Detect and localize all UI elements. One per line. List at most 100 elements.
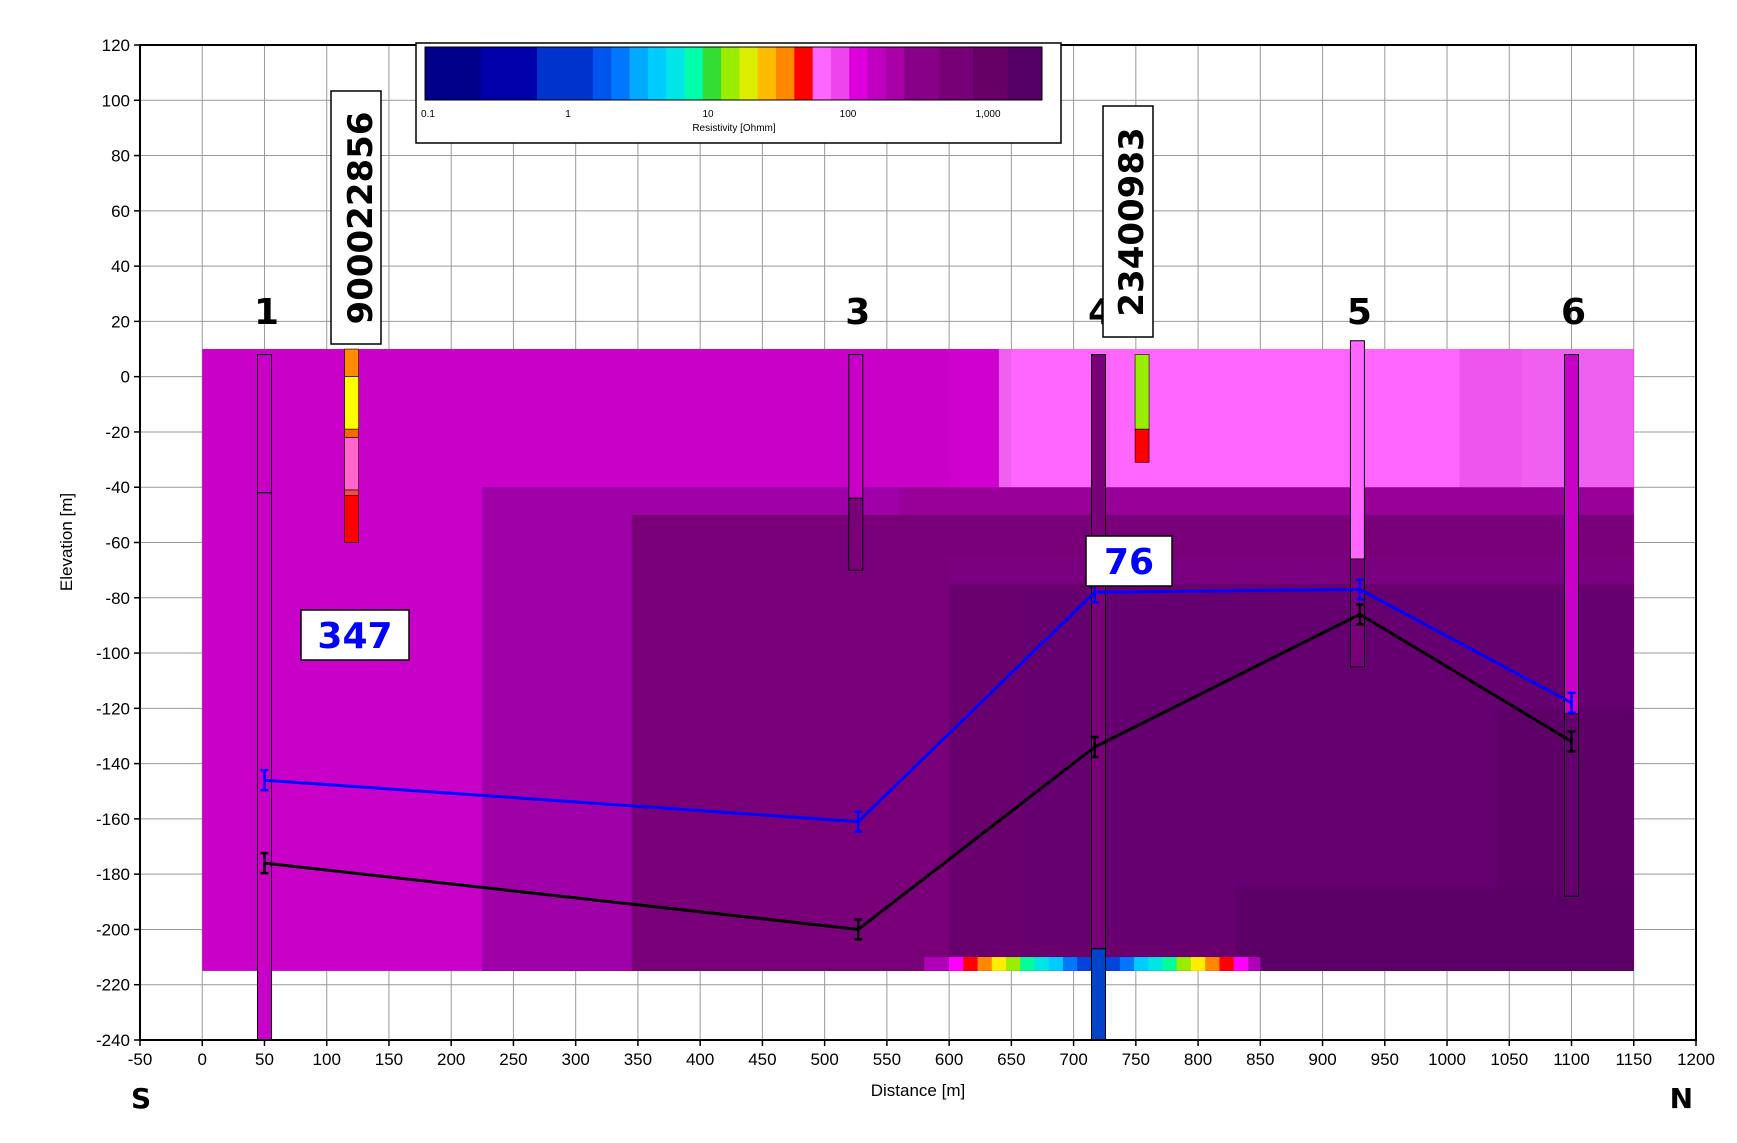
borehole-lithology-segment [1134,428,1150,463]
x-tick-label: 800 [1184,1050,1212,1069]
y-tick-label: -240 [96,1031,130,1050]
colorbar-tick-label: 100 [840,109,857,120]
colorbar-swatch [885,47,905,100]
model-cell [1233,957,1249,971]
borehole-id-label: 900022856 [341,112,381,325]
y-tick-label: 0 [121,368,130,387]
model-cell [1235,887,1634,971]
colorbar-swatch [973,47,1009,100]
model-cell [977,957,993,971]
colorbar-title: Resistivity [Ohmm] [692,123,776,134]
colorbar-swatches [424,46,1043,101]
colorbar-swatch [757,47,777,100]
borehole-id-label: 23400983 [1112,127,1152,316]
colorbar-swatch [425,47,482,100]
x-tick-label: 1100 [1553,1050,1590,1069]
x-tick-label: 1050 [1490,1050,1528,1069]
y-tick-label: -80 [105,589,130,608]
colorbar-swatch [611,47,631,100]
colorbar-tick-label: 1 [565,109,571,120]
x-tick-label: 700 [1059,1050,1087,1069]
y-tick-label: -120 [96,699,130,718]
model-cell [1006,957,1021,971]
x-tick-label: 950 [1371,1050,1399,1069]
borehole-lithology-segment [344,428,359,438]
colorbar-swatch [904,47,940,100]
colorbar-swatch [666,47,686,100]
y-tick-label: -180 [96,865,130,884]
colorbar-swatch [721,47,740,100]
sounding-number-label: 6 [1561,292,1586,333]
model-cell [1062,957,1078,971]
colorbar-tick-label: 10 [702,109,714,120]
y-tick-label: 80 [111,147,130,166]
model-cell [1048,957,1064,971]
x-tick-label: 650 [997,1050,1025,1069]
x-tick-label: 50 [255,1050,274,1069]
model-cell [1190,957,1206,971]
y-tick-label: -20 [105,423,130,442]
colorbar-swatch [1007,47,1043,100]
x-tick-label: 750 [1122,1050,1150,1069]
y-tick-label: -100 [96,644,130,663]
y-tick-label: -140 [96,755,130,774]
borehole-lithology-segment [344,437,359,491]
y-tick-label: 120 [102,36,130,55]
x-tick-label: 100 [313,1050,341,1069]
y-tick-label: 100 [102,91,130,110]
x-tick-label: 450 [748,1050,776,1069]
sounding-number-label: 3 [845,292,870,333]
x-tick-label: 200 [437,1050,465,1069]
model-cell [1105,957,1121,971]
x-axis-title: Distance [m] [871,1081,965,1100]
colorbar-legend: 0.1 1 10 100 1,000 Resistivity [Ohmm] [415,42,1062,144]
colorbar-swatch [830,47,850,100]
model-cell [963,957,979,971]
x-tick-label: 850 [1246,1050,1274,1069]
colorbar-swatch [776,47,795,100]
sounding-column-segment [1090,948,1106,1040]
sounding-column-segment [256,354,272,494]
model-cell [991,957,1007,971]
model-cell [1134,957,1149,971]
colorbar-tick-label: 0.1 [421,109,435,120]
value-label-box: 76 [1085,535,1173,587]
x-tick-label: 550 [873,1050,901,1069]
direction-south-label: S [131,1082,151,1115]
colorbar-swatch [647,47,667,100]
sounding-column-segment [848,354,864,499]
borehole-lithology-segment [344,348,359,377]
sounding-column-segment [848,497,864,571]
model-cell [1162,957,1178,971]
x-tick-label: 150 [375,1050,403,1069]
y-tick-label: 60 [111,202,130,221]
x-tick-label: 1150 [1615,1050,1652,1069]
direction-north-label: N [1670,1082,1693,1115]
x-tick-label: 600 [935,1050,963,1069]
sounding-number-label: 5 [1347,292,1372,333]
value-label-347: 347 [317,616,392,657]
borehole-lithology-segment [344,495,359,543]
borehole-lithology-segment [1134,354,1150,430]
sounding-column-segment [1349,340,1365,560]
x-tick-label: 400 [686,1050,714,1069]
x-tick-label: -50 [128,1050,153,1069]
colorbar-swatch [592,47,612,100]
model-cell [1034,957,1050,971]
x-tick-label: 0 [198,1050,207,1069]
x-tick-label: 250 [499,1050,527,1069]
y-tick-label: -40 [105,478,130,497]
sounding-number-label: 1 [254,292,279,333]
y-tick-label: -160 [96,810,130,829]
colorbar-swatch [739,47,759,100]
x-tick-label: 1000 [1428,1050,1466,1069]
model-cell [1020,957,1035,971]
x-tick-label: 1200 [1677,1050,1715,1069]
y-axis-ticks: 120 100 80 60 40 20 0 -20 -40 -60 -80 -100 -120 -140 -… [96,36,140,1050]
y-tick-label: -220 [96,976,130,995]
x-tick-label: 300 [561,1050,589,1069]
borehole-lithology-segment [344,376,359,430]
resistivity-cross-section-chart: -50 0 50 100 150 200 250 300 350 400 450 500 550 600 6… [57,36,1715,1115]
y-tick-label: 20 [111,312,130,331]
y-tick-label: -200 [96,920,130,939]
